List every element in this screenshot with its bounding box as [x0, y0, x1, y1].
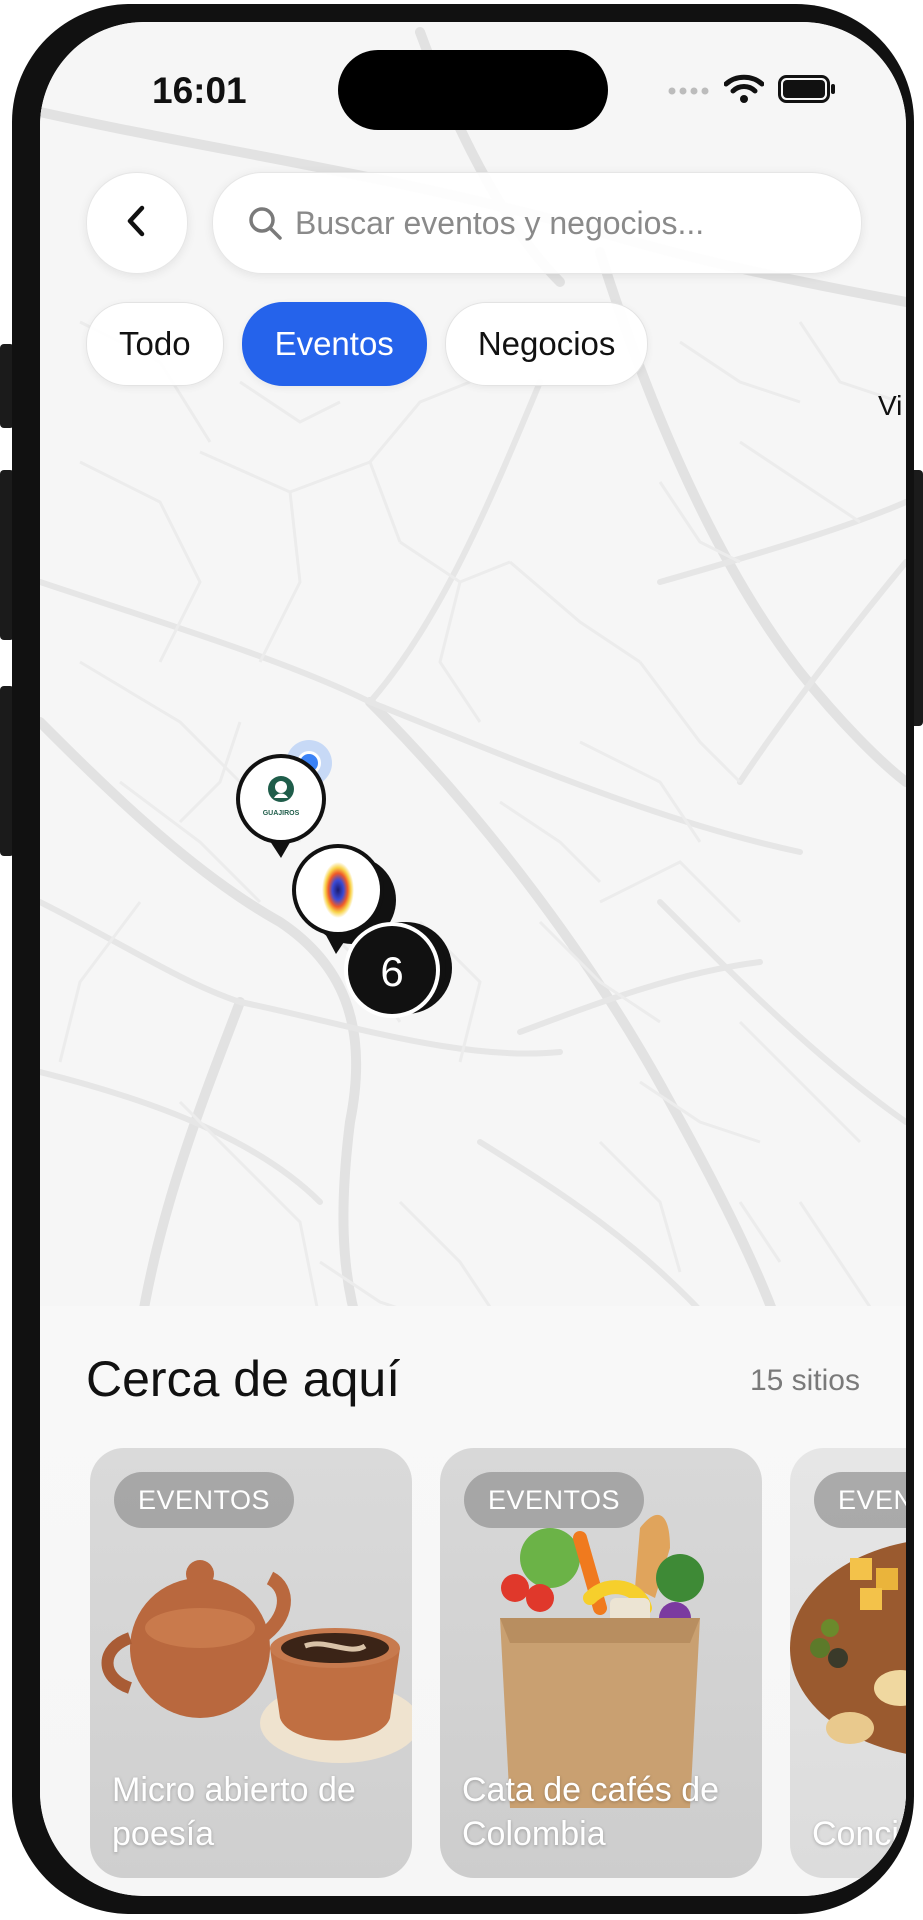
- filter-chip-negocios[interactable]: Negocios: [444, 302, 649, 386]
- status-icons: [668, 74, 836, 109]
- nearby-card[interactable]: EVENTOS Micro abierto de poesía: [90, 1448, 412, 1878]
- card-title: Micro abierto de poesía: [112, 1771, 356, 1853]
- nearby-count: 15 sitios: [749, 1364, 860, 1397]
- app-screen: 16:01 Buscar eventos y negocios... Todo …: [40, 22, 906, 1896]
- map-place-label: Vi: [878, 390, 903, 421]
- nearby-card[interactable]: EVENTOS Cata de cafés de Colombia: [440, 1448, 762, 1878]
- search-input[interactable]: Buscar eventos y negocios...: [295, 205, 704, 242]
- category-badge: EVENTOS: [464, 1472, 645, 1528]
- cluster-map-pin[interactable]: 6: [340, 918, 456, 1022]
- device-frame: 16:01 Buscar eventos y negocios... Todo …: [0, 0, 923, 1920]
- category-badge: EVENTOS: [114, 1472, 295, 1528]
- category-badge: EVENTOS: [814, 1472, 906, 1528]
- signal-icon: [668, 83, 710, 101]
- nearby-title: Cerca de aquí: [86, 1351, 401, 1407]
- business-logo: GUAJIROS: [252, 774, 310, 826]
- card-title: Cata de cafés de Colombia: [462, 1771, 720, 1853]
- business-logo-text: GUAJIROS: [262, 810, 300, 817]
- card-title: Concierto acústico: [812, 1815, 906, 1853]
- filter-chip-eventos[interactable]: Eventos: [241, 302, 427, 386]
- nearby-card[interactable]: EVENTOS Concierto acústico: [790, 1448, 906, 1878]
- search-icon: [247, 205, 283, 241]
- nearby-sheet: Cerca de aquí 15 sitios EVENTOS Micro ab…: [40, 1306, 906, 1896]
- cluster-count: 6: [380, 948, 404, 995]
- filter-chips: Todo Eventos Negocios: [86, 302, 649, 386]
- dynamic-island: [338, 50, 608, 130]
- chevron-left-icon: [122, 203, 152, 244]
- wifi-icon: [723, 74, 765, 109]
- phone-body: 16:01 Buscar eventos y negocios... Todo …: [12, 4, 914, 1914]
- status-bar: 16:01: [40, 22, 906, 142]
- battery-icon: [778, 75, 836, 108]
- filter-chip-todo[interactable]: Todo: [86, 302, 224, 386]
- back-button[interactable]: [86, 172, 188, 274]
- status-time: 16:01: [152, 70, 247, 111]
- search-bar[interactable]: Buscar eventos y negocios...: [212, 172, 862, 274]
